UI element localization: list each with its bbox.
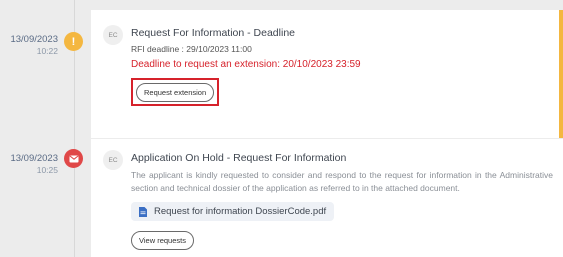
card-title: Request For Information - Deadline <box>131 27 295 39</box>
deadline-card: EC Request For Information - Deadline RF… <box>91 10 563 138</box>
timeline-entry-on-hold: 13/09/2023 10:25 EC Application On Hold … <box>0 139 563 257</box>
envelope-icon <box>68 155 79 162</box>
request-extension-button[interactable]: Request extension <box>136 83 215 102</box>
attachment-link[interactable]: Request for information DossierCode.pdf <box>131 202 335 221</box>
entry-date: 13/09/2023 <box>10 34 58 45</box>
document-icon <box>139 206 147 217</box>
view-requests-button[interactable]: View requests <box>131 230 194 250</box>
on-hold-card-content: Application On Hold - Request For Inform… <box>131 151 553 250</box>
entry-date-time: 13/09/2023 10:22 <box>6 34 58 57</box>
avatar: EC <box>103 150 123 170</box>
on-hold-card: EC Application On Hold - Request For Inf… <box>91 139 563 257</box>
card-description: The applicant is kindly requested to con… <box>131 170 553 193</box>
deadline-card-content: Request For Information - Deadline RFI d… <box>131 26 549 106</box>
entry-date: 13/09/2023 <box>10 153 58 164</box>
extension-deadline: Deadline to request an extension: 20/10/… <box>131 59 361 70</box>
exclamation-icon: ! <box>71 35 76 48</box>
attachment-name: Request for information DossierCode.pdf <box>154 206 327 217</box>
highlight-box: Request extension <box>131 78 220 106</box>
entry-time: 10:22 <box>36 46 58 56</box>
message-status-icon <box>64 149 83 168</box>
avatar: EC <box>103 25 123 45</box>
timeline-entry-deadline: 13/09/2023 10:22 ! EC Request For Inform… <box>0 10 563 138</box>
entry-time: 10:25 <box>36 165 58 175</box>
rfi-deadline: RFI deadline : 29/10/2023 11:00 <box>131 44 252 54</box>
warning-status-icon: ! <box>64 32 83 51</box>
entry-date-time: 13/09/2023 10:25 <box>6 153 58 176</box>
card-title: Application On Hold - Request For Inform… <box>131 152 347 164</box>
